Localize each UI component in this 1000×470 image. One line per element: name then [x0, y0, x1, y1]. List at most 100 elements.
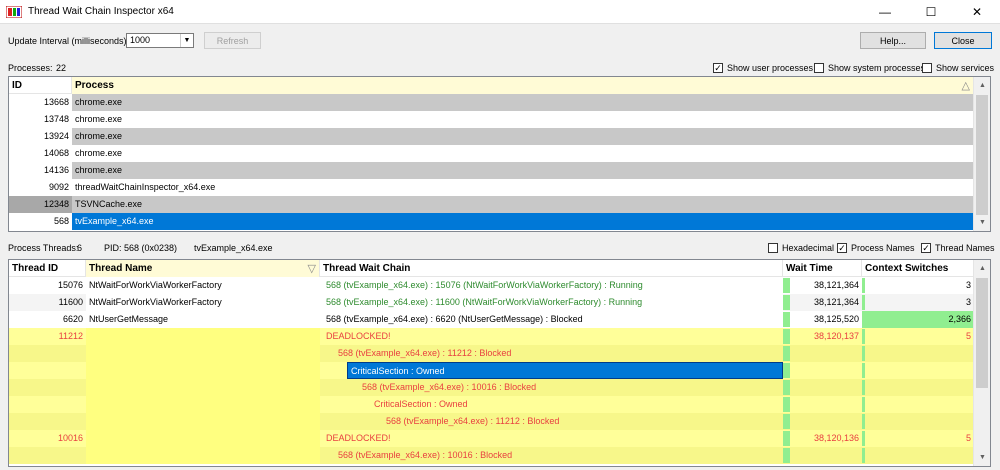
wait-chain-text: 568 (tvExample_x64.exe) : 11600 (NtWaitF…: [326, 297, 643, 307]
close-button[interactable]: Close: [934, 32, 992, 49]
process-list-scrollbar[interactable]: ▲ ▼: [973, 77, 990, 231]
process-id-cell: 9092: [9, 179, 72, 196]
thread-row[interactable]: 568 (tvExample_x64.exe) : 10016 : Blocke…: [9, 379, 974, 396]
thread-names-checkbox[interactable]: ✓ Thread Names: [921, 243, 995, 253]
interval-combo[interactable]: 1000 ▼: [126, 33, 194, 48]
scrollbar-thumb[interactable]: [976, 278, 988, 388]
refresh-button[interactable]: Refresh: [204, 32, 261, 49]
thread-id-cell: [9, 447, 86, 464]
column-header-id[interactable]: ID: [9, 77, 72, 94]
thread-row[interactable]: 6620 NtUserGetMessage 568 (tvExample_x64.e…: [9, 311, 974, 328]
thread-id-cell: [9, 379, 86, 396]
process-row[interactable]: 568 tvExample_x64.exe: [9, 213, 974, 230]
scroll-up-icon[interactable]: ▲: [974, 77, 990, 94]
show-user-processes-checkbox[interactable]: ✓ Show user processes: [713, 63, 813, 73]
wait-chain-text: 568 (tvExample_x64.exe) : 10016 : Blocke…: [362, 382, 537, 392]
wait-time-bar: [783, 363, 790, 378]
thread-list[interactable]: Thread ID Thread Name ▽ Thread Wait Chai…: [8, 259, 991, 467]
wait-time-cell: [783, 447, 862, 464]
scroll-down-icon[interactable]: ▼: [974, 449, 990, 466]
process-names-label: Process Names: [851, 243, 915, 253]
checkbox-checked-icon: ✓: [837, 243, 847, 253]
thread-list-scrollbar[interactable]: ▲ ▼: [973, 260, 990, 466]
process-names-checkbox[interactable]: ✓ Process Names: [837, 243, 915, 253]
process-row[interactable]: 12348 TSVNCache.exe: [9, 196, 974, 213]
thread-row[interactable]: 10016 DEADLOCKED! 38,120,136 5: [9, 430, 974, 447]
column-header-wait-chain[interactable]: Thread Wait Chain: [320, 260, 783, 277]
wait-time-cell: [783, 396, 862, 413]
show-services-checkbox[interactable]: Show services: [922, 63, 994, 73]
process-row[interactable]: 14068 chrome.exe: [9, 145, 974, 162]
process-row[interactable]: 14136 chrome.exe: [9, 162, 974, 179]
app-icon: [6, 6, 22, 18]
column-header-context-switches[interactable]: Context Switches: [862, 260, 974, 277]
wait-time-cell: [783, 379, 862, 396]
thread-row[interactable]: 15076 NtWaitForWorkViaWorkerFactory 568 (t…: [9, 277, 974, 294]
process-name-cell: chrome.exe: [72, 128, 974, 145]
show-user-processes-label: Show user processes: [727, 63, 814, 73]
wait-chain-text: 568 (tvExample_x64.exe) : 11212 : Blocke…: [386, 416, 560, 426]
checkbox-checked-icon: ✓: [713, 63, 723, 73]
wait-chain-cell: 568 (tvExample_x64.exe) : 15076 (NtWaitF…: [320, 277, 783, 294]
thread-id-cell: [9, 362, 86, 379]
scrollbar-thumb[interactable]: [976, 95, 988, 215]
thread-row[interactable]: 568 (tvExample_x64.exe) : 11212 : Blocke…: [9, 345, 974, 362]
close-window-button[interactable]: ✕: [954, 0, 1000, 24]
show-system-processes-checkbox[interactable]: Show system processes: [814, 63, 925, 73]
column-header-thread-name[interactable]: Thread Name ▽: [86, 260, 320, 277]
context-switches-bar: [862, 278, 865, 293]
context-switches-bar: [862, 448, 865, 463]
thread-id-cell: [9, 413, 86, 430]
thread-row[interactable]: 11600 NtWaitForWorkViaWorkerFactory 568 (t…: [9, 294, 974, 311]
checkbox-unchecked-icon: [768, 243, 778, 253]
context-switches-cell: 3: [862, 294, 974, 311]
process-row[interactable]: 13748 chrome.exe: [9, 111, 974, 128]
wait-chain-cell: 568 (tvExample_x64.exe) : 10016 : Blocke…: [320, 447, 783, 464]
selected-process-name: tvExample_x64.exe: [194, 243, 273, 253]
column-header-process[interactable]: Process △: [72, 77, 974, 94]
wait-chain-text: 568 (tvExample_x64.exe) : 15076 (NtWaitF…: [326, 280, 643, 290]
chevron-down-icon[interactable]: ▼: [180, 34, 193, 47]
context-switches-bar: [862, 431, 865, 446]
thread-row[interactable]: 11212 DEADLOCKED! 38,120,137 5: [9, 328, 974, 345]
thread-row[interactable]: CriticalSection : Owned: [9, 396, 974, 413]
process-name-cell: threadWaitChainInspector_x64.exe: [72, 179, 974, 196]
help-button[interactable]: Help...: [860, 32, 926, 49]
process-id-cell: 12348: [9, 196, 72, 213]
column-header-wait-time[interactable]: Wait Time: [783, 260, 862, 277]
minimize-button[interactable]: —: [862, 0, 908, 24]
maximize-button[interactable]: ☐: [908, 0, 954, 24]
process-id-cell: 13748: [9, 111, 72, 128]
process-row[interactable]: 13924 chrome.exe: [9, 128, 974, 145]
context-switches-cell: [862, 362, 974, 379]
column-header-process-label: Process: [75, 80, 114, 91]
process-id-cell: 13668: [9, 94, 72, 111]
process-name-cell: TSVNCache.exe: [72, 196, 974, 213]
scroll-down-icon[interactable]: ▼: [974, 214, 990, 231]
wait-time-cell: 38,125,520: [783, 311, 862, 328]
checkbox-unchecked-icon: [922, 63, 932, 73]
wait-chain-cell: 568 (tvExample_x64.exe) : 10016 : Blocke…: [320, 379, 783, 396]
column-header-thread-id[interactable]: Thread ID: [9, 260, 86, 277]
process-row[interactable]: 9092 threadWaitChainInspector_x64.exe: [9, 179, 974, 196]
context-switches-cell: [862, 379, 974, 396]
interval-label: Update Interval (milliseconds):: [8, 36, 130, 46]
thread-row[interactable]: 568 (tvExample_x64.exe) : 11212 : Blocke…: [9, 413, 974, 430]
context-switches-cell: 2,366: [862, 311, 974, 328]
process-name-cell: chrome.exe: [72, 94, 974, 111]
scroll-up-icon[interactable]: ▲: [974, 260, 990, 277]
thread-row[interactable]: 568 (tvExample_x64.exe) : 10016 : Blocke…: [9, 447, 974, 464]
wait-chain-cell: DEADLOCKED!: [320, 328, 783, 345]
thread-row[interactable]: CriticalSection : Owned: [9, 362, 974, 379]
hexadecimal-checkbox[interactable]: Hexadecimal: [768, 243, 834, 253]
checkbox-unchecked-icon: [814, 63, 824, 73]
thread-name-cell: NtUserGetMessage: [86, 311, 320, 328]
wait-chain-cell: 568 (tvExample_x64.exe) : 11600 (NtWaitF…: [320, 294, 783, 311]
process-name-cell: chrome.exe: [72, 111, 974, 128]
process-name-cell: chrome.exe: [72, 162, 974, 179]
thread-name-cell: [86, 413, 320, 430]
context-switches-cell: 5: [862, 328, 974, 345]
process-list[interactable]: ID Process △ 13668 chrome.exe 13748 chrome.…: [8, 76, 991, 232]
process-row[interactable]: 13668 chrome.exe: [9, 94, 974, 111]
sort-descending-icon: ▽: [307, 263, 316, 275]
